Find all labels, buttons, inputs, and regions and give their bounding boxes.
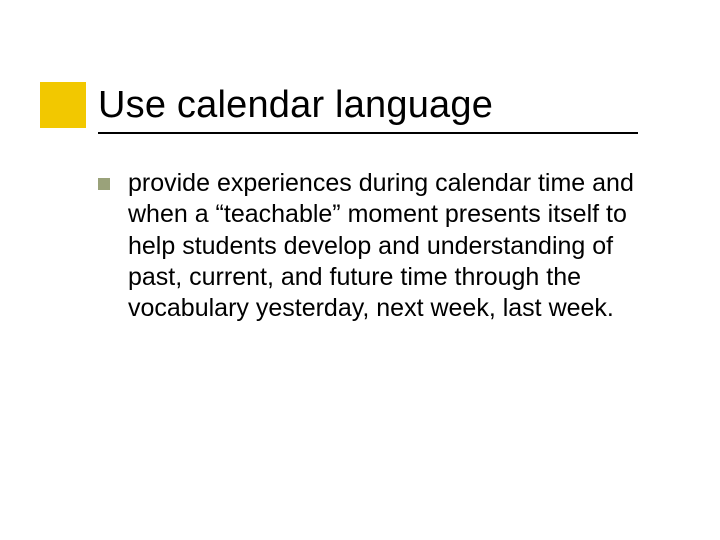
title-underline: [98, 132, 638, 134]
slide-body: provide experiences during calendar time…: [98, 168, 650, 324]
slide: Use calendar language provide experience…: [0, 0, 720, 540]
square-bullet-icon: [98, 178, 110, 190]
bullet-text: provide experiences during calendar time…: [128, 168, 650, 324]
slide-title: Use calendar language: [98, 84, 493, 127]
title-accent-box: [40, 82, 86, 128]
